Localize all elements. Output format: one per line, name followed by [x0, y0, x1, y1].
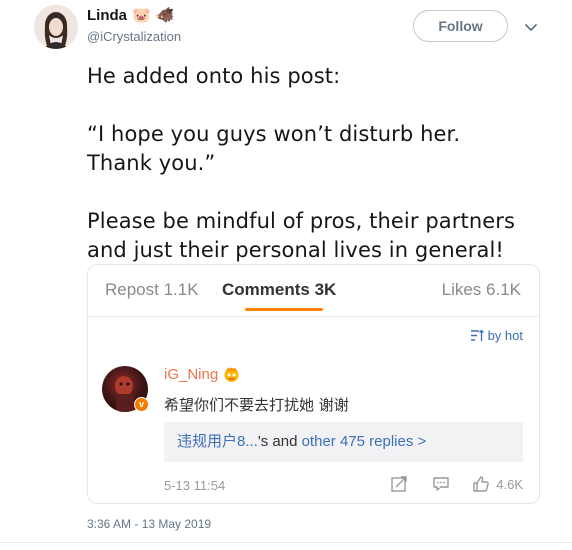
weibo-tabs: Repost 1.1K Comments 3K Likes 6.1K	[88, 265, 539, 317]
boar-emoji: 🐗	[155, 7, 175, 24]
avatar-image	[34, 5, 78, 49]
author-name[interactable]: Linda	[87, 7, 127, 24]
author-name-row[interactable]: Linda 🐷 🐗	[87, 7, 174, 24]
tweet-text: He added onto his post: “I hope you guys…	[87, 62, 547, 265]
verified-icon: v	[134, 397, 149, 412]
repost-icon[interactable]	[390, 475, 408, 493]
tweet-line: Thank you.”	[87, 151, 216, 175]
tweet-line: He added onto his post:	[87, 64, 341, 88]
tab-repost[interactable]: Repost 1.1K	[105, 280, 199, 300]
replies-summary[interactable]: 违规用户8...'s and other 475 replies >	[164, 422, 523, 462]
user-badge-icon	[224, 367, 239, 382]
comment-icon[interactable]	[432, 475, 450, 493]
tab-comments[interactable]: Comments 3K	[222, 280, 336, 300]
sort-by-hot[interactable]: by hot	[470, 328, 523, 343]
tab-likes[interactable]: Likes 6.1K	[442, 280, 521, 300]
tweet-line: and just their personal lives in general…	[87, 238, 504, 262]
replies-count-link[interactable]: other 475 replies >	[302, 433, 427, 450]
sort-label: by hot	[487, 328, 523, 343]
replies-mid-text: 's and	[257, 433, 302, 450]
active-tab-indicator	[245, 308, 323, 311]
tweet-line: “I hope you guys won’t disturb her.	[87, 122, 461, 146]
pig-emoji: 🐷	[132, 7, 151, 24]
chevron-down-icon[interactable]	[521, 17, 541, 37]
replies-user-link[interactable]: 违规用户8...	[177, 433, 258, 450]
like-count: 4.6K	[496, 476, 523, 492]
commenter-name[interactable]: iG_Ning	[164, 366, 218, 383]
footer-divider	[0, 542, 572, 543]
author-handle[interactable]: @iCrystalization	[87, 29, 181, 44]
sort-icon	[470, 329, 484, 341]
comment-date: 5-13 11:54	[164, 478, 226, 493]
like-icon[interactable]	[472, 475, 490, 493]
comment-actions: 4.6K	[390, 475, 523, 493]
weibo-screenshot-card[interactable]: Repost 1.1K Comments 3K Likes 6.1K by ho…	[87, 264, 540, 504]
tweet-line: Please be mindful of pros, their partner…	[87, 209, 516, 233]
author-avatar[interactable]	[34, 5, 78, 49]
follow-button[interactable]: Follow	[413, 10, 508, 42]
commenter-row: iG_Ning	[164, 366, 240, 383]
comment-text: 希望你们不要去打扰她 谢谢	[164, 396, 349, 414]
tweet-timestamp[interactable]: 3:36 AM - 13 May 2019	[87, 517, 211, 531]
